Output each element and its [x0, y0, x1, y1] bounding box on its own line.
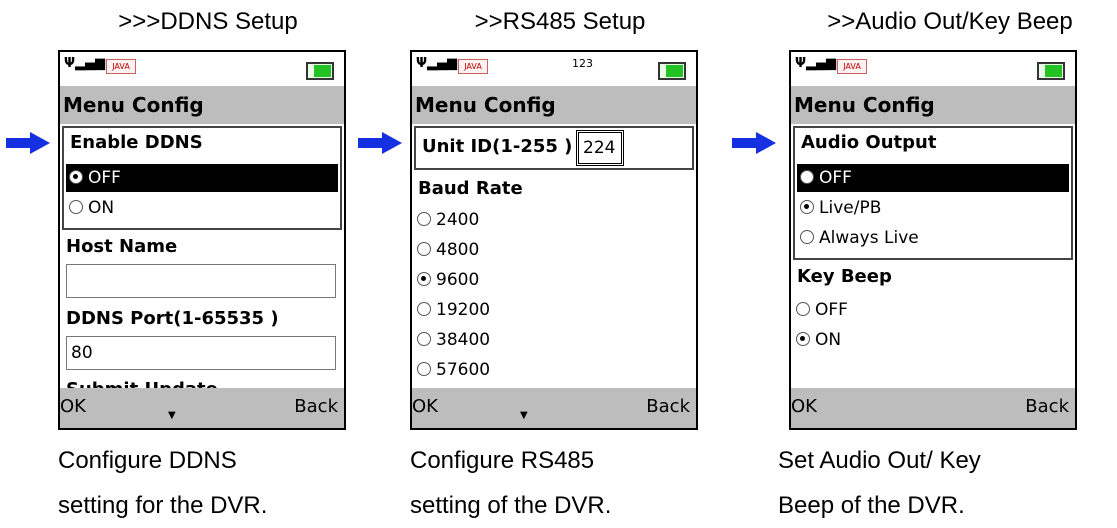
status-bar: Ψ▂▄▆ JAVA: [60, 52, 344, 86]
caption-line: setting of the DVR.: [410, 492, 612, 519]
baud-rate-label: Baud Rate: [418, 178, 523, 199]
caption-rs485: Configure RS485 setting of the DVR.: [410, 438, 710, 528]
java-icon: JAVA: [837, 59, 867, 74]
menu-header: Menu Config: [60, 86, 344, 124]
battery-icon: [658, 62, 686, 80]
enable-ddns-option-on[interactable]: ON: [66, 194, 338, 222]
java-icon: JAVA: [458, 59, 488, 74]
radio-selected-icon: [69, 170, 83, 184]
unit-id-label: Unit ID(1-255 ): [422, 136, 573, 157]
panel-ddns: >>>DDNS Setup Ψ▂▄▆ JAVA Menu Config Enab…: [6, 0, 358, 528]
audio-option-off[interactable]: OFF: [797, 164, 1069, 192]
scroll-down-icon: ▼: [168, 410, 176, 421]
audio-output-label: Audio Output: [801, 132, 937, 153]
status-number: 123: [572, 57, 593, 70]
caption-audio: Set Audio Out/ Key Beep of the DVR.: [778, 438, 1078, 528]
signal-icon: Ψ▂▄▆: [795, 56, 837, 71]
enable-ddns-option-off[interactable]: OFF: [66, 164, 338, 192]
signal-icon: Ψ▂▄▆: [64, 56, 106, 71]
softkey-bar: OK ▼ Back: [60, 388, 344, 428]
panel-title-rs485: >>RS485 Setup: [474, 8, 646, 35]
softkey-bar: OK ▼ Back: [412, 388, 696, 428]
unit-id-group: Unit ID(1-255 ) 224: [414, 126, 694, 170]
radio-icon: [417, 212, 431, 226]
baud-option-selected[interactable]: 9600: [414, 266, 694, 294]
panel-title-ddns: >>>DDNS Setup: [118, 8, 298, 35]
battery-icon: [306, 62, 334, 80]
caption-line: Beep of the DVR.: [778, 492, 965, 519]
radio-icon: [417, 332, 431, 346]
panel-title-audio: >>Audio Out/Key Beep: [827, 8, 1073, 35]
radio-icon: [800, 230, 814, 244]
ddns-port-label: DDNS Port(1-65535 ): [66, 308, 279, 329]
audio-option-live-pb[interactable]: Live/PB: [797, 194, 1069, 222]
radio-icon: [69, 200, 83, 214]
softkey-back[interactable]: Back: [1025, 396, 1069, 417]
battery-icon: [1037, 62, 1065, 80]
enable-ddns-group: Enable DDNS OFF ON: [62, 126, 342, 230]
baud-option[interactable]: 2400: [414, 206, 694, 234]
softkey-ok[interactable]: OK: [60, 396, 86, 417]
unit-id-input[interactable]: 224: [576, 130, 624, 166]
softkey-back[interactable]: Back: [646, 396, 690, 417]
softkey-ok[interactable]: OK: [412, 396, 438, 417]
enable-ddns-label: Enable DDNS: [70, 132, 203, 153]
softkey-bar: OK Back: [791, 388, 1075, 428]
audio-output-group: Audio Output OFF Live/PB Always Live: [793, 126, 1073, 260]
ddns-port-input[interactable]: 80: [66, 336, 336, 370]
host-name-input[interactable]: [66, 264, 336, 298]
baud-option[interactable]: 38400: [414, 326, 694, 354]
caption-line: Configure RS485: [410, 447, 595, 474]
beep-option-on[interactable]: ON: [793, 326, 1073, 354]
radio-icon: [796, 302, 810, 316]
signal-icon: Ψ▂▄▆: [416, 56, 458, 71]
key-beep-label: Key Beep: [797, 266, 892, 287]
phone-screen-ddns: Ψ▂▄▆ JAVA Menu Config Enable DDNS OFF ON…: [58, 50, 346, 430]
panel-audio: >>Audio Out/Key Beep Ψ▂▄▆ JAVA Menu Conf…: [732, 0, 1077, 525]
phone-screen-rs485: Ψ▂▄▆ JAVA 123 Menu Config Unit ID(1-255 …: [410, 50, 698, 430]
panel-rs485: >>RS485 Setup Ψ▂▄▆ JAVA 123 Menu Config …: [358, 0, 710, 528]
menu-header: Menu Config: [412, 86, 696, 124]
status-bar: Ψ▂▄▆ JAVA: [791, 52, 1075, 86]
radio-selected-icon: [796, 332, 810, 346]
radio-selected-icon: [417, 272, 431, 286]
host-name-label: Host Name: [66, 236, 178, 257]
softkey-ok[interactable]: OK: [791, 396, 817, 417]
baud-option[interactable]: 57600: [414, 356, 694, 384]
baud-option[interactable]: 4800: [414, 236, 694, 264]
java-icon: JAVA: [106, 59, 136, 74]
scroll-down-icon: ▼: [520, 410, 528, 421]
status-bar: Ψ▂▄▆ JAVA 123: [412, 52, 696, 86]
radio-icon: [417, 362, 431, 376]
softkey-back[interactable]: Back: [294, 396, 338, 417]
phone-screen-audio: Ψ▂▄▆ JAVA Menu Config Audio Output OFF L…: [789, 50, 1077, 430]
arrow-icon: [6, 132, 50, 154]
radio-icon: [417, 242, 431, 256]
radio-icon: [417, 302, 431, 316]
radio-icon: [800, 170, 814, 184]
caption-line: setting for the DVR.: [58, 492, 268, 519]
caption-line: Configure DDNS: [58, 447, 237, 474]
caption-line: Set Audio Out/ Key: [778, 447, 981, 474]
baud-option[interactable]: 19200: [414, 296, 694, 324]
radio-selected-icon: [800, 200, 814, 214]
menu-header: Menu Config: [791, 86, 1075, 124]
arrow-icon: [358, 132, 402, 154]
arrow-icon: [732, 132, 776, 154]
beep-option-off[interactable]: OFF: [793, 296, 1073, 324]
audio-option-always-live[interactable]: Always Live: [797, 224, 1069, 252]
caption-ddns: Configure DDNS setting for the DVR.: [58, 438, 358, 528]
